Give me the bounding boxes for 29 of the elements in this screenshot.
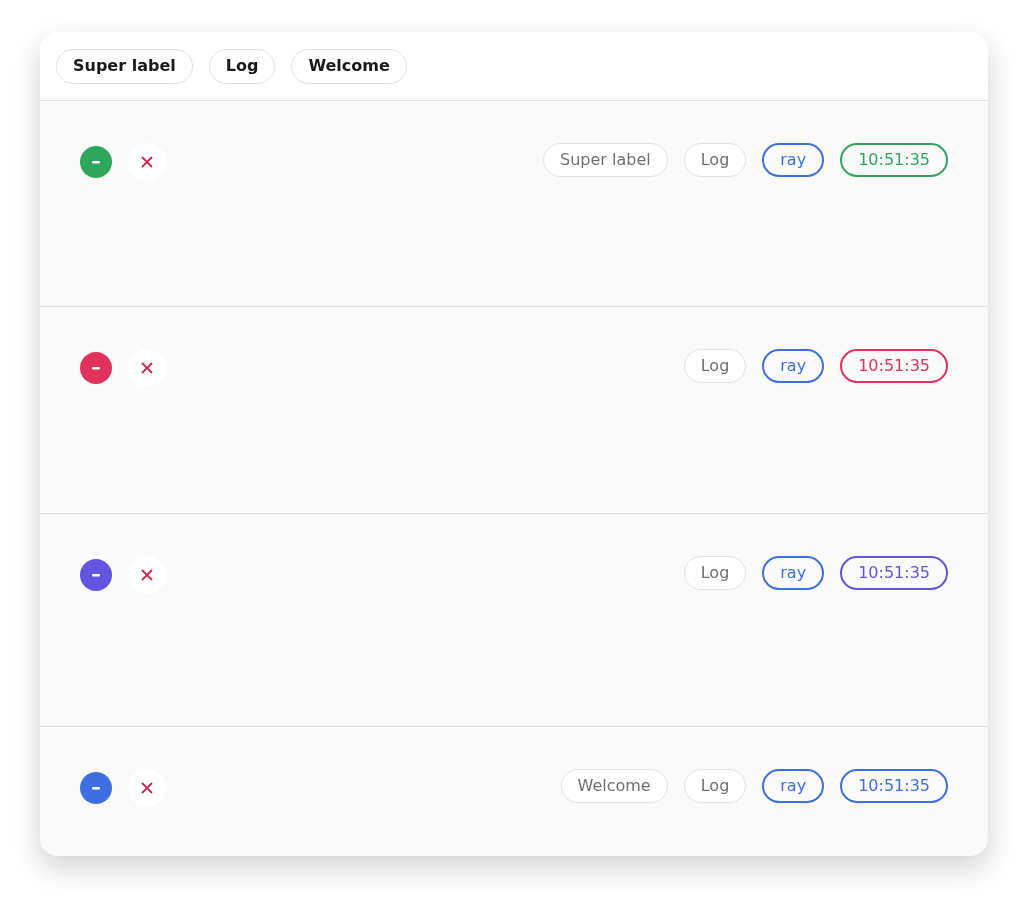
time-tag: 10:51:35 — [840, 143, 948, 177]
time-tag: 10:51:35 — [840, 349, 948, 383]
minus-icon[interactable] — [80, 352, 112, 384]
label-tag: Log — [683, 556, 747, 590]
minus-icon[interactable] — [80, 146, 112, 178]
close-button[interactable] — [128, 143, 166, 181]
filter-chip[interactable]: Super label — [56, 48, 193, 84]
close-icon — [141, 362, 153, 374]
minus-icon[interactable] — [80, 772, 112, 804]
label-tag: Log — [683, 769, 747, 803]
label-tag: Log — [683, 349, 747, 383]
user-tag: ray — [762, 556, 825, 590]
close-button[interactable] — [128, 769, 166, 807]
label-tag: Super label — [543, 143, 668, 177]
label-tag: Log — [683, 143, 747, 177]
close-button[interactable] — [128, 556, 166, 594]
minus-icon[interactable] — [80, 559, 112, 591]
close-icon — [141, 156, 153, 168]
filter-chip[interactable]: Welcome — [291, 48, 407, 84]
close-button[interactable] — [128, 349, 166, 387]
time-tag: 10:51:35 — [840, 769, 948, 803]
time-tag: 10:51:35 — [840, 556, 948, 590]
user-tag: ray — [762, 349, 825, 383]
user-tag: ray — [762, 769, 825, 803]
close-icon — [141, 569, 153, 581]
label-tag: Welcome — [560, 769, 668, 803]
user-tag: ray — [762, 143, 825, 177]
close-icon — [141, 782, 153, 794]
filter-chip[interactable]: Log — [208, 48, 276, 84]
